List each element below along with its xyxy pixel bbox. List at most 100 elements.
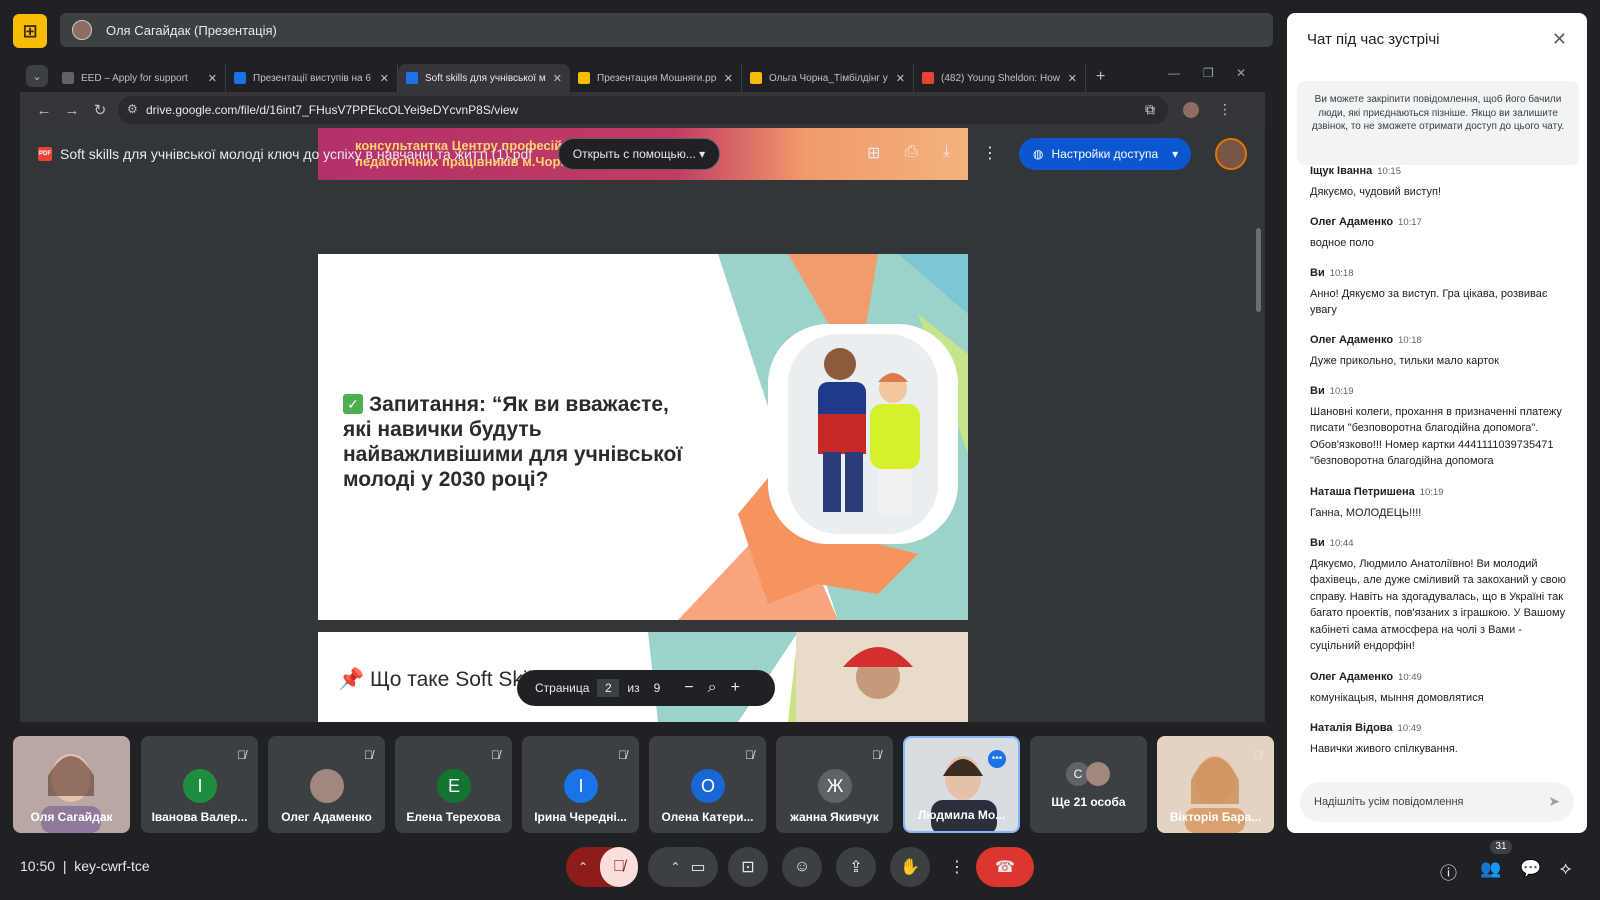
participant-name: Іванова Валер... xyxy=(151,810,248,824)
window-close-icon[interactable]: ✕ xyxy=(1236,66,1246,80)
chat-message: Наталія Відова 10:49 Навички живого спілку… xyxy=(1310,722,1458,755)
participant-tile-0[interactable]: Оля Сагайдак xyxy=(13,736,130,833)
close-tab-icon[interactable]: ✕ xyxy=(380,72,389,85)
tab-favicon xyxy=(406,72,418,84)
tab-search-icon[interactable]: ⌄ xyxy=(26,65,48,87)
download-icon[interactable]: ⤓ xyxy=(943,143,950,161)
checkmark-icon: ✓ xyxy=(343,394,363,414)
participant-tile-9[interactable]: 🎙̸ Вікторія Бара... xyxy=(1157,736,1274,833)
chat-panel: Чат під час зустрічі ✕ Ви можете закріпи… xyxy=(1287,13,1587,833)
close-tab-icon[interactable]: ✕ xyxy=(724,72,733,85)
emoji-icon: ☺ xyxy=(793,858,811,875)
slide2-question: ✓ Запитання: “Як ви вважаєте, які навички… xyxy=(343,393,683,491)
chat-icon[interactable]: 💬 xyxy=(1520,859,1541,879)
tab-title: Soft skills для учнівської м xyxy=(425,72,546,84)
participant-tile-4[interactable]: I 🎙̸ Ірина Чередні... xyxy=(522,736,639,833)
meeting-clock: 10:50 | key-cwrf-tce xyxy=(20,858,150,874)
tab-title: Ольга Чорна_Тімбілдінг у xyxy=(769,72,888,84)
participant-tile-2[interactable]: 🎙̸ Олег Адаменко xyxy=(268,736,385,833)
browser-tab-1[interactable]: Презентації виступів на 6 ✕ xyxy=(226,64,398,92)
open-with-button[interactable]: Открыть с помощью... ▾ xyxy=(558,138,720,170)
forward-icon[interactable]: → xyxy=(58,102,86,119)
back-icon[interactable]: ← xyxy=(30,102,58,119)
browser-tab-5[interactable]: (482) Young Sheldon: How ✕ xyxy=(914,64,1086,92)
zoom-icon[interactable]: ⌕ xyxy=(708,679,717,697)
speaking-indicator-icon: ••• xyxy=(988,750,1006,768)
pdf-title: PDF Soft skills для учнівської молоді клю… xyxy=(38,146,533,162)
close-icon[interactable]: ✕ xyxy=(1552,29,1567,50)
participant-tile-6[interactable]: Ж 🎙̸ жанна Якивчук xyxy=(776,736,893,833)
camera-toggle-button[interactable]: ⌃ ▭ xyxy=(648,847,718,887)
more-options-icon[interactable]: ⋮ xyxy=(982,143,998,163)
globe-icon: ◍ xyxy=(1033,147,1044,161)
browser-menu-icon[interactable]: ⋮ xyxy=(1218,101,1232,118)
reload-icon[interactable]: ↻ xyxy=(86,101,114,119)
reactions-button[interactable]: ☺ xyxy=(782,847,822,887)
account-avatar[interactable] xyxy=(1215,138,1247,170)
hang-up-icon: ☎ xyxy=(995,859,1015,876)
send-icon[interactable]: ➤ xyxy=(1548,793,1560,810)
more-participants-tile[interactable]: C Ще 21 особа xyxy=(1030,736,1147,833)
profile-avatar-icon[interactable] xyxy=(1183,102,1199,118)
zoom-in-icon[interactable]: + xyxy=(731,679,740,697)
url-field[interactable]: ⚙ drive.google.com/file/d/16int7_FHusV7P… xyxy=(118,96,1168,124)
chat-message: Іщук Іванна 10:15 Дякуємо, чудовий виступ! xyxy=(1310,165,1442,198)
new-tab-icon[interactable]: + xyxy=(1096,68,1105,86)
close-tab-icon[interactable]: ✕ xyxy=(1068,72,1077,85)
site-info-icon[interactable]: ⚙ xyxy=(127,102,138,116)
mic-toggle-button[interactable]: ⌃ 🎙̸ xyxy=(566,847,638,887)
participant-tile-7[interactable]: ••• Людмила Мо... xyxy=(903,736,1020,833)
activities-icon[interactable]: ⟡ xyxy=(1560,859,1571,879)
zoom-out-icon[interactable]: − xyxy=(684,679,693,697)
audio-options-icon[interactable]: ⌃ xyxy=(566,860,600,874)
participant-name: Оля Сагайдак xyxy=(30,810,113,824)
close-tab-icon[interactable]: ✕ xyxy=(208,72,217,85)
tab-title: EED – Apply for support xyxy=(81,72,188,84)
close-tab-icon[interactable]: ✕ xyxy=(553,72,562,85)
participant-avatar: Ж xyxy=(818,769,852,803)
mic-off-icon: 🎙̸ xyxy=(364,748,373,762)
pin-icon: 📌 xyxy=(338,668,365,691)
page-number-input[interactable]: 2 xyxy=(597,679,620,697)
maximize-icon[interactable]: ❐ xyxy=(1203,66,1214,80)
participant-name: Олег Адаменко xyxy=(281,810,372,824)
participant-name: Вікторія Бара... xyxy=(1169,810,1262,824)
participant-tile-1[interactable]: I 🎙̸ Іванова Валер... xyxy=(141,736,258,833)
participant-avatar xyxy=(1086,762,1110,786)
video-options-icon[interactable]: ⌃ xyxy=(660,860,690,874)
present-button[interactable]: ⇪ xyxy=(836,847,876,887)
people-icon[interactable]: 👥 xyxy=(1480,859,1501,879)
participant-tile-3[interactable]: E 🎙̸ Елена Терехова xyxy=(395,736,512,833)
add-comment-icon[interactable]: ⊞ xyxy=(867,143,880,163)
tab-favicon xyxy=(578,72,590,84)
minimize-icon[interactable]: — xyxy=(1168,66,1180,80)
captions-button[interactable]: ⊡ xyxy=(728,847,768,887)
more-options-button[interactable]: ⋮ xyxy=(944,847,970,887)
tab-favicon xyxy=(922,72,934,84)
leave-call-button[interactable]: ☎ xyxy=(976,847,1034,887)
mic-off-icon: 🎙̸ xyxy=(237,748,246,762)
extensions-icon[interactable]: ⧉ xyxy=(1145,101,1155,118)
pdf-scrollbar[interactable] xyxy=(1256,228,1261,312)
page-label: Страница xyxy=(535,681,590,695)
browser-tab-3[interactable]: Презентация Мошняги.pp ✕ xyxy=(570,64,742,92)
share-settings-button[interactable]: ◍ Настройки доступа ▾ xyxy=(1019,138,1191,170)
chat-message-input[interactable]: Надішліть усім повідомлення ➤ xyxy=(1300,782,1574,822)
chat-message: Ви 10:18 Анно! Дякуємо за виступ. Гра ціка… xyxy=(1310,267,1548,316)
browser-tab-4[interactable]: Ольга Чорна_Тімбілдінг у ✕ xyxy=(742,64,914,92)
close-tab-icon[interactable]: ✕ xyxy=(896,72,905,85)
mic-off-icon[interactable]: 🎙̸ xyxy=(600,847,638,887)
presenter-label: Оля Сагайдак (Презентація) xyxy=(106,22,277,38)
presenter-bar[interactable]: Оля Сагайдак (Презентація) xyxy=(60,13,1273,47)
participant-avatar: O xyxy=(691,769,725,803)
mic-off-icon: 🎙̸ xyxy=(872,748,881,762)
browser-tab-0[interactable]: EED – Apply for support ✕ xyxy=(54,64,226,92)
browser-tab-2[interactable]: Soft skills для учнівської м ✕ xyxy=(398,64,570,92)
participant-tile-5[interactable]: O 🎙̸ Олена Катери... xyxy=(649,736,766,833)
more-participants-label: Ще 21 особа xyxy=(1051,795,1126,809)
info-icon[interactable]: ⓘ xyxy=(1440,859,1457,884)
raise-hand-button[interactable]: ✋ xyxy=(890,847,930,887)
participant-name: Олена Катери... xyxy=(661,810,754,824)
print-icon[interactable]: ⎙ xyxy=(905,143,918,161)
camera-icon[interactable]: ▭ xyxy=(690,857,705,877)
